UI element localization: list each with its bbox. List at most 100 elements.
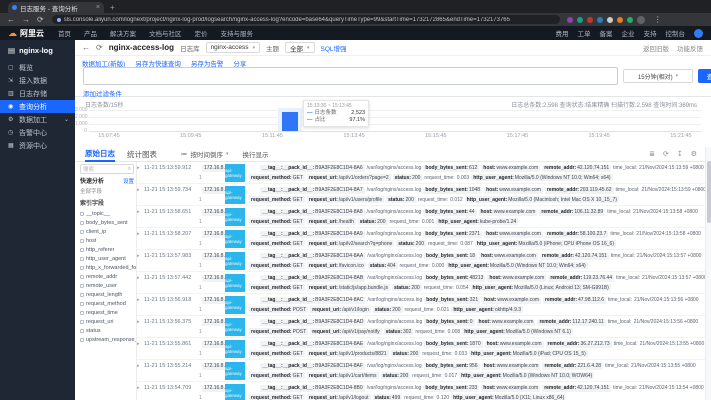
expand-caret-icon[interactable]: ▸	[137, 231, 142, 237]
expand-caret-icon[interactable]: ▸	[137, 187, 142, 193]
topnav-item[interactable]: 费用	[556, 28, 569, 38]
topnav-item[interactable]: 首页	[58, 28, 71, 38]
sort-control[interactable]: ≔ 按时间倒序 ▾	[181, 149, 229, 159]
pack-id-badge[interactable]: __tag__:__pack_id__:B9A3F2E8C1D4-8A8	[260, 209, 364, 216]
remote-addr-badge[interactable]: remote_addr:47.98.112.6	[543, 297, 606, 304]
sidebar-item[interactable]: ▦ 资源中心	[0, 139, 75, 152]
highlighted-match[interactable]: api-gateway	[225, 384, 245, 400]
host-badge[interactable]: host:www.example.com	[484, 231, 543, 238]
extension-icon[interactable]	[577, 17, 583, 23]
log-row[interactable]: api-gateway ▸ 11-21 15:13:55.861 172.16.…	[137, 339, 705, 360]
eye-icon[interactable]	[80, 275, 84, 279]
remote-addr-badge[interactable]: remote_addr:112.17.240.11	[537, 319, 605, 326]
host-badge[interactable]: host:www.example.com	[484, 187, 543, 194]
method-badge[interactable]: request_method:GET	[249, 196, 305, 203]
pack-id-badge[interactable]: __tag__:__pack_id__:B9A3F2E8C1D4-8AD	[260, 319, 365, 326]
uri-badge[interactable]: request_uri:/api/v1/products/8821	[307, 350, 389, 357]
eye-icon[interactable]	[80, 266, 84, 270]
expand-caret-icon[interactable]: ▸	[137, 165, 142, 171]
pack-id-badge[interactable]: __tag__:__pack_id__:B9A3F2E8C1D4-8AC	[260, 297, 365, 304]
refresh-icon[interactable]: ⟳	[663, 150, 669, 158]
field-item[interactable]: client_ip	[78, 227, 136, 236]
highlighted-match[interactable]: api-gateway	[225, 208, 245, 226]
status-badge[interactable]: status:200	[373, 306, 403, 313]
close-tab-icon[interactable]: ×	[96, 4, 100, 11]
expand-caret-icon[interactable]: ▸	[137, 297, 142, 303]
bytes-badge[interactable]: body_bytes_sent:18	[424, 253, 477, 260]
topnav-item[interactable]: 企业	[622, 28, 635, 38]
host-badge[interactable]: host:www.example.com	[482, 363, 541, 370]
highlighted-match[interactable]: api-gateway	[225, 296, 245, 314]
feedback-link[interactable]: 功能反馈	[677, 43, 703, 53]
log-row[interactable]: api-gateway ▸ 11-21 15:13:58.207 172.16.…	[137, 229, 705, 250]
eye-icon[interactable]	[80, 302, 84, 306]
host-badge[interactable]: host:www.example.com	[479, 209, 538, 216]
field-item[interactable]: status	[78, 326, 136, 335]
remote-addr-badge[interactable]: remote_addr:58.100.23.7	[545, 231, 608, 238]
field-item[interactable]: body_bytes_sent	[78, 218, 136, 227]
field-item[interactable]: host	[78, 236, 136, 245]
remote-addr-badge[interactable]: remote_addr:106.11.32.89	[539, 209, 605, 216]
field-item[interactable]: http_user_agent	[78, 254, 136, 263]
remote-addr-badge[interactable]: remote_addr:36.27.212.73	[546, 341, 612, 348]
sidebar-item[interactable]: ⇲ 接入数据	[0, 74, 75, 87]
new-tab-icon[interactable]: +	[110, 3, 115, 12]
pack-id-badge[interactable]: __tag__:__pack_id__:B9A3F2E8C1D4-8A7	[260, 187, 364, 194]
status-badge[interactable]: status:200	[396, 240, 426, 247]
user-agent-badge[interactable]: http_user_agent:Mozilla/5.0 (iPhone; CPU…	[475, 240, 616, 247]
user-agent-badge[interactable]: http_user_agent:Mozilla/5.0 (Linux; Andr…	[471, 284, 611, 291]
field-item[interactable]: http_referer	[78, 245, 136, 254]
log-row[interactable]: api-gateway ▸ 11-21 15:13:54.709 172.16.…	[137, 383, 705, 400]
method-badge[interactable]: request_method:GET	[249, 218, 305, 225]
sidebar-item[interactable]: ◷ 告警中心	[0, 126, 75, 139]
topnav-item[interactable]: 支持与服务	[221, 28, 254, 38]
topnav-item[interactable]: 工单	[578, 28, 591, 38]
sql-enhance-link[interactable]: SQL增强	[321, 43, 347, 53]
highlighted-match[interactable]: api-gateway	[225, 252, 245, 270]
remote-addr-badge[interactable]: remote_addr:221.6.4.28	[542, 363, 603, 370]
field-search-input[interactable]: 搜索 ⌕	[80, 164, 134, 174]
scrollbar-thumb[interactable]	[707, 161, 711, 223]
highlighted-match[interactable]: api-gateway	[225, 274, 245, 292]
eye-icon[interactable]	[80, 338, 84, 342]
status-badge[interactable]: status:200	[381, 372, 411, 379]
uri-badge[interactable]: request_uri:/api/v1/login	[310, 306, 371, 313]
log-row[interactable]: api-gateway ▸ 11-21 15:13:55.214 172.16.…	[137, 361, 705, 382]
user-agent-badge[interactable]: http_user_agent:okhttp/4.9.3	[451, 306, 523, 313]
log-row[interactable]: api-gateway ▸ 11-21 15:13:58.651 172.16.…	[137, 207, 705, 228]
method-badge[interactable]: request_method:GET	[249, 350, 305, 357]
remote-addr-badge[interactable]: remote_addr:42.120.74.151	[542, 385, 611, 392]
eye-icon[interactable]	[80, 248, 84, 252]
refresh-icon[interactable]: ⟳	[96, 43, 103, 52]
wrap-toggle[interactable]: 换行显示	[243, 149, 269, 159]
extension-icon[interactable]	[567, 17, 573, 23]
topnav-item[interactable]: 支持	[644, 28, 657, 38]
extension-icon[interactable]	[607, 17, 613, 23]
extension-icon[interactable]	[597, 17, 603, 23]
topnav-item[interactable]: 备案	[600, 28, 613, 38]
host-badge[interactable]: host:www.example.com	[479, 253, 538, 260]
topnav-item[interactable]: 控制台	[666, 28, 686, 38]
method-badge[interactable]: request_method:GET	[249, 262, 305, 269]
uri-badge[interactable]: request_uri:/static/js/app.bundle.js	[307, 284, 390, 291]
method-badge[interactable]: request_method:GET	[249, 284, 305, 291]
eye-icon[interactable]	[80, 221, 84, 225]
expand-caret-icon[interactable]: ▸	[137, 363, 142, 369]
browser-profile-avatar[interactable]	[637, 16, 645, 24]
method-badge[interactable]: request_method:POST	[249, 328, 308, 335]
method-badge[interactable]: request_method:GET	[249, 240, 305, 247]
uri-badge[interactable]: request_uri:/favicon.ico	[307, 262, 366, 269]
bytes-badge[interactable]: body_bytes_sent:233	[423, 385, 479, 392]
user-agent-badge[interactable]: http_user_agent:Mozilla/5.0 (Windows NT …	[459, 372, 594, 379]
status-badge[interactable]: status:302	[384, 328, 414, 335]
tab-raw-logs[interactable]: 原始日志	[85, 147, 115, 162]
expand-caret-icon[interactable]: ▸	[137, 341, 142, 347]
bytes-badge[interactable]: body_bytes_sent:2371	[423, 231, 482, 238]
uri-badge[interactable]: request_uri:/api/v1/pay/notify	[310, 328, 381, 335]
field-item[interactable]: __topic__	[78, 209, 136, 218]
log-row[interactable]: api-gateway ▸ 11-21 15:13:56.375 172.16.…	[137, 317, 705, 338]
field-item[interactable]: remote_user	[78, 281, 136, 290]
highlighted-match[interactable]: api-gateway	[225, 186, 245, 204]
field-item[interactable]: request_time	[78, 308, 136, 317]
user-agent-badge[interactable]: http_user_agent:Mozilla/5.0 (X11; Linux …	[451, 394, 566, 400]
